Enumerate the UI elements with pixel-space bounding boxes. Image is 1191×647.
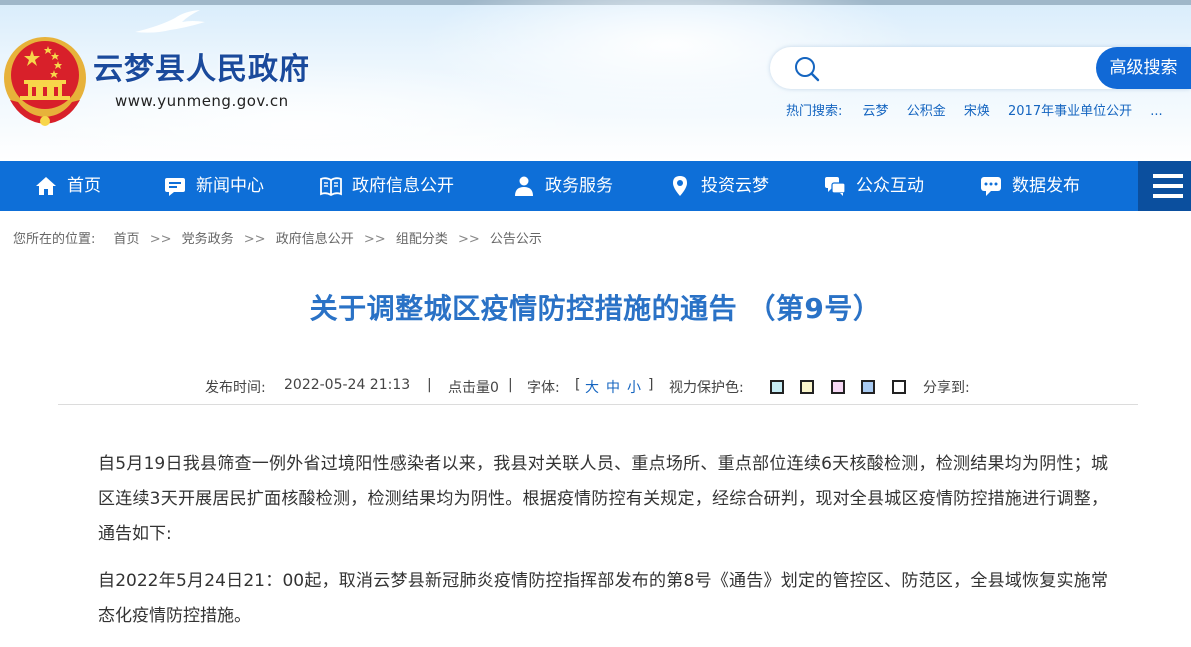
breadcrumb-separator: >> (457, 232, 480, 247)
hamburger-menu-icon[interactable] (1138, 161, 1191, 211)
article-paragraph: 自2022年5月24日21：00起，取消云梦县新冠肺炎疫情防控指挥部发布的第8号… (98, 571, 1108, 626)
site-header: 云梦县人民政府 www.yunmeng.gov.cn 高级搜索 热门搜索: 云梦… (0, 0, 1191, 161)
book-icon (320, 177, 342, 197)
nav-item-label: 首页 (67, 176, 101, 196)
hot-search-bar: 热门搜索: 云梦 公积金 宋焕 2017年事业单位公开 ... (786, 100, 1177, 119)
article-title: 关于调整城区疫情防控措施的通告 （第9号） (309, 292, 882, 325)
search-input[interactable] (832, 53, 1092, 83)
share-label: 分享到: (923, 380, 970, 396)
eye-care-label: 视力保护色: (669, 380, 744, 396)
font-size-large[interactable]: 大 (585, 377, 599, 397)
people-icon (515, 176, 533, 196)
divider (58, 404, 1138, 405)
menu-bar (1153, 184, 1183, 188)
article-paragraph: 自5月19日我县筛查一例外省过境阳性感染者以来，我县对关联人员、重点场所、重点部… (98, 454, 1108, 544)
hot-search-link[interactable]: 云梦 (863, 104, 889, 119)
meta-divider: | (427, 377, 432, 393)
article-meta: 发布时间: 2022-05-24 21:13 | 点击量0 | 字体: [ 大 … (205, 377, 995, 397)
breadcrumb-item-home[interactable]: 首页 (114, 232, 140, 247)
nav-item-label: 政府信息公开 (352, 176, 454, 196)
article-content: 自5月19日我县筛查一例外省过境阳性感染者以来，我县对关联人员、重点场所、重点部… (98, 447, 1108, 646)
eye-care-swatch-white[interactable] (892, 380, 906, 394)
nav-item-label: 新闻中心 (196, 176, 264, 196)
nav-item-label: 投资云梦 (701, 176, 769, 196)
location-pin-icon (673, 176, 687, 196)
font-size-label: 字体: (527, 380, 560, 396)
nav-item-label: 公众互动 (856, 176, 924, 196)
dove-icon (135, 10, 205, 33)
breadcrumb-separator: >> (363, 232, 386, 247)
font-bracket-open: [ (575, 377, 581, 393)
publish-label: 发布时间: (205, 380, 266, 396)
menu-bar (1153, 174, 1183, 178)
hot-search-link[interactable]: 宋焕 (964, 104, 990, 119)
site-title[interactable]: 云梦县人民政府 (93, 44, 310, 88)
publish-time: 2022-05-24 21:13 (284, 377, 411, 393)
main-nav: 首页 新闻中心 政府信息公开 政务服务 投资云梦 公众互动 数据发布 (0, 161, 1191, 211)
nav-item-label: 政务服务 (545, 176, 613, 196)
click-count: 点击量0 (448, 380, 499, 396)
eye-care-swatch-cyan[interactable] (770, 380, 784, 394)
breadcrumb-item-notice[interactable]: 公告公示 (490, 232, 542, 247)
breadcrumb: 您所在的位置: 首页 >> 党务政务 >> 政府信息公开 >> 组配分类 >> … (13, 228, 548, 247)
hot-search-link[interactable]: 2017年事业单位公开 (1008, 104, 1132, 119)
menu-bar (1153, 194, 1183, 198)
breadcrumb-separator: >> (149, 232, 172, 247)
breadcrumb-prefix: 您所在的位置: (13, 232, 96, 247)
eye-care-swatch-blue[interactable] (861, 380, 875, 394)
breadcrumb-item-party[interactable]: 党务政务 (182, 232, 234, 247)
font-bracket-close: ] (648, 377, 654, 393)
font-size-small[interactable]: 小 (627, 377, 641, 397)
national-emblem-icon[interactable] (2, 30, 88, 130)
breadcrumb-separator: >> (243, 232, 266, 247)
hot-search-more[interactable]: ... (1150, 104, 1162, 119)
advanced-search-button[interactable]: 高级搜索 (1096, 47, 1191, 89)
nav-item-label: 数据发布 (1012, 176, 1080, 196)
chat-icon (825, 177, 846, 196)
home-icon (36, 177, 56, 195)
hot-search-link[interactable]: 公积金 (907, 104, 946, 119)
search-icon[interactable] (793, 55, 821, 83)
site-url: www.yunmeng.gov.cn (115, 92, 289, 110)
hot-search-label: 热门搜索: (786, 104, 843, 119)
news-icon (165, 178, 185, 196)
breadcrumb-item-category[interactable]: 组配分类 (396, 232, 448, 247)
message-icon (981, 177, 1001, 196)
meta-divider: | (508, 377, 513, 393)
eye-care-swatch-yellow[interactable] (800, 380, 814, 394)
breadcrumb-item-gov-info[interactable]: 政府信息公开 (276, 232, 354, 247)
eye-care-swatch-pink[interactable] (831, 380, 845, 394)
font-size-medium[interactable]: 中 (606, 377, 620, 397)
